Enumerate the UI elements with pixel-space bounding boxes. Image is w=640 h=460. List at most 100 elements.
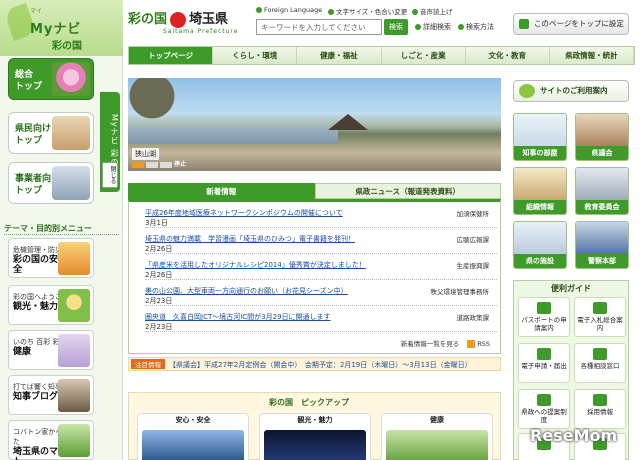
notice-badge: 注目情報 <box>131 359 165 369</box>
guide-label: 県政への提案制度 <box>521 408 567 424</box>
nav-health[interactable]: 健康・福祉 <box>297 47 382 64</box>
slide-dot-2[interactable] <box>146 161 158 168</box>
guide-label: 各種相談窓口 <box>580 362 620 370</box>
tile-organization[interactable]: 組織情報 <box>513 167 567 215</box>
news-date: 2月23日 <box>145 323 173 331</box>
help-icon <box>458 24 464 30</box>
guide-e-bidding[interactable]: 電子入札総合案内 <box>574 297 626 337</box>
pickup-card-health[interactable]: 健康 <box>381 413 493 460</box>
rss-icon <box>467 340 476 348</box>
mynavi-banner[interactable]: マイ Myナビ 彩の国 <box>0 0 123 56</box>
news-more-link[interactable]: 新着情報一覧を見る <box>401 340 460 348</box>
safety-icon <box>58 242 90 275</box>
guide-passport[interactable]: パスポートの申請案内 <box>518 297 570 337</box>
guide-e-application[interactable]: 電子申請・届出 <box>518 343 570 383</box>
nav-general-top-label: 総合 トップ <box>15 70 43 92</box>
news-title[interactable]: 「県産米を活用したオリジナルレシピ2014」優秀賞が決定しました！ <box>145 260 366 270</box>
news-title[interactable]: 平成26年度地域医療ネットワークシンポジウムの開催について <box>145 208 343 218</box>
nav-general-top[interactable]: 総合 トップ <box>8 58 94 100</box>
application-icon <box>537 348 551 360</box>
advanced-search-link[interactable]: 詳細検索 <box>415 22 451 32</box>
logo-left-text: 彩の国 <box>128 12 168 27</box>
assembly-photo <box>576 114 628 148</box>
list-item[interactable]: 平成26年度地域医療ネットワークシンポジウムの開催について 3月1日 加須保健所 <box>145 206 497 228</box>
notice-bar[interactable]: 注目情報 【県議会】平成27年2月定例会（開会中） 会期予定：2月19日（木曜日）… <box>128 357 501 371</box>
pickup-card-tourism[interactable]: 観光・魅力 <box>259 413 371 460</box>
theme-tourism[interactable]: 彩の国へようこそ 観光・魅力 <box>8 285 94 325</box>
pickup-card-title: 観光・魅力 <box>297 416 333 424</box>
font-size-link[interactable]: 文字サイズ・色合い変更 <box>328 6 407 16</box>
nav-government[interactable]: 県政情報・統計 <box>550 47 635 64</box>
news-title[interactable]: 圏央道 久喜白岡JCT〜境古河IC間が3月29日に開通します <box>145 312 331 322</box>
nav-top-page[interactable]: トップページ <box>129 47 214 64</box>
flower-photo <box>52 62 90 96</box>
guide-label: パスポートの申請案内 <box>521 316 567 332</box>
guide-recruitment[interactable]: 採用情報 <box>574 389 626 429</box>
news-date: 2月23日 <box>145 297 173 305</box>
pickup-card-safety[interactable]: 安心・安全 <box>137 413 249 460</box>
nav-resident-top[interactable]: 県民向け トップ <box>8 112 94 154</box>
notice-text[interactable]: 【県議会】平成27年2月定例会（開会中） 会期予定：2月19日（木曜日）〜3月1… <box>169 361 472 369</box>
slide-controls[interactable]: 停止 <box>132 159 186 168</box>
font-size-label: 文字サイズ・色合い変更 <box>336 8 408 16</box>
theme-health[interactable]: いのち 百彩 彩の国 健康 <box>8 330 94 370</box>
theme-governor-blog[interactable]: 打てば響く知事の太鼓 知事ブログ <box>8 375 94 415</box>
guide-consultation[interactable]: 各種相談窓口 <box>574 343 626 383</box>
tile-governor[interactable]: 知事の部屋 <box>513 113 567 161</box>
news-dept: 加須保健所 <box>456 210 490 218</box>
list-item[interactable]: 埼玉県の魅力満載 学習漫画「埼玉県のひみつ」電子書籍を発刊！ 2月26日 広聴広報課 <box>145 232 497 254</box>
nav-business-top[interactable]: 事業者向け トップ <box>8 162 94 204</box>
close-tab-button[interactable]: 閉じる <box>102 162 118 188</box>
saitama-emblem-icon <box>170 11 187 28</box>
search-method-link[interactable]: 検索方法 <box>458 22 494 32</box>
hero-slideshow[interactable]: 狭山湖 停止 <box>128 78 501 171</box>
tile-education-board[interactable]: 教育委員会 <box>575 167 629 215</box>
news-title[interactable]: 埼玉県の魅力満載 学習漫画「埼玉県のひみつ」電子書籍を発刊！ <box>145 234 355 244</box>
theme-mascot[interactable]: コバトン家からやってきた埼玉県のマスコット <box>8 420 94 460</box>
mynavi-ruby: マイ <box>30 8 43 15</box>
search-input[interactable]: キーワードを入力してください <box>256 19 382 35</box>
foreign-language-label: Foreign Language <box>264 6 323 14</box>
nav-work[interactable]: しごと・産業 <box>382 47 466 64</box>
guide-proposal[interactable]: 県政への提案制度 <box>518 389 570 429</box>
search-button[interactable]: 検索 <box>384 19 408 35</box>
font-icon <box>328 9 334 15</box>
news-dept: 生産振興課 <box>456 262 490 270</box>
set-as-homepage-button[interactable]: このページをトップに設定 <box>513 13 629 35</box>
news-dept: 広聴広報課 <box>456 236 490 244</box>
news-title[interactable]: 美の山公園、大型車両一方向通行のお願い（お花見シーズン中） <box>145 286 348 296</box>
tile-facilities[interactable]: 県の施設 <box>513 221 567 269</box>
list-item[interactable]: 美の山公園、大型車両一方向通行のお願い（お花見シーズン中） 2月23日 秩父環境管理… <box>145 284 497 306</box>
foreign-language-link[interactable]: Foreign Language <box>256 6 322 14</box>
site-guide-button[interactable]: サイトのご利用案内 <box>513 80 629 102</box>
pickup-card-image <box>264 430 366 460</box>
guide-label: 採用情報 <box>587 408 613 416</box>
tile-label: 組織情報 <box>514 200 566 214</box>
pickup-card-image <box>142 430 244 460</box>
health-photo <box>58 334 90 367</box>
pavilion-image <box>328 114 368 130</box>
rss-link[interactable]: RSS <box>477 340 490 348</box>
pickup-card-title: 健康 <box>430 416 444 424</box>
search-method-label: 検索方法 <box>466 23 494 31</box>
voice-read-label: 音声読上げ <box>420 8 453 16</box>
nav-living[interactable]: くらし・環境 <box>213 47 298 64</box>
theme-safety[interactable]: 危機管理・防災・防犯等 彩の国の安心・安全 <box>8 238 94 278</box>
police-photo <box>576 222 628 256</box>
slide-dot-3[interactable] <box>160 161 172 168</box>
site-logo[interactable]: 彩の国 埼玉県 <box>128 8 228 28</box>
slide-stop-button[interactable]: 停止 <box>174 161 186 168</box>
tile-police[interactable]: 警察本部 <box>575 221 629 269</box>
list-item[interactable]: 「県産米を活用したオリジナルレシピ2014」優秀賞が決定しました！ 2月26日 生産… <box>145 258 497 280</box>
tab-new-info[interactable]: 新着情報 <box>128 183 315 199</box>
slide-dot-1[interactable] <box>132 161 144 168</box>
bidding-icon <box>593 302 607 314</box>
education-photo <box>576 168 628 202</box>
tile-assembly[interactable]: 県議会 <box>575 113 629 161</box>
recruitment-icon <box>593 394 607 406</box>
nav-culture[interactable]: 文化・教育 <box>466 47 550 64</box>
tab-press-release[interactable]: 県政ニュース（報道発表資料） <box>314 183 501 199</box>
list-item[interactable]: 圏央道 久喜白岡JCT〜境古河IC間が3月29日に開通します 2月23日 道路政策課 <box>145 310 497 332</box>
news-links: 新着情報一覧を見る RSS <box>401 338 490 348</box>
voice-read-link[interactable]: 音声読上げ <box>412 6 453 16</box>
